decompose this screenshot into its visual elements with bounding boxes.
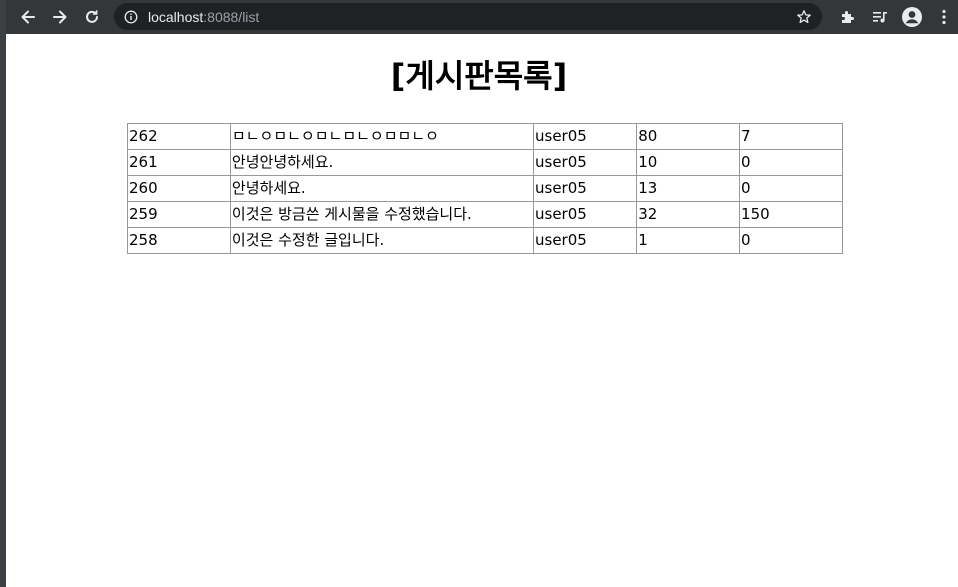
post-like-count: 150 xyxy=(739,201,843,228)
post-title[interactable]: 안녕안녕하세요. xyxy=(229,149,535,176)
post-number: 262 xyxy=(127,123,231,150)
post-like-count: 0 xyxy=(739,175,843,202)
post-hit-count: 10 xyxy=(636,149,741,176)
post-hit-count: 13 xyxy=(636,175,741,202)
forward-button[interactable] xyxy=(46,3,74,31)
page-title: [게시판목록] xyxy=(390,57,568,95)
toolbar-actions xyxy=(835,4,958,30)
bookmark-star-icon[interactable] xyxy=(796,9,812,25)
url-text: localhost:8088/list xyxy=(148,9,259,25)
address-bar[interactable]: localhost:8088/list xyxy=(114,3,822,30)
table-row[interactable]: 262 ㅁㄴㅇㅁㄴㅇㅁㄴㅁㄴㅇㅁㅁㄴㅇ user05 80 7 xyxy=(127,123,843,150)
board-table: 262 ㅁㄴㅇㅁㄴㅇㅁㄴㅁㄴㅇㅁㅁㄴㅇ user05 80 7 261 안녕안녕… xyxy=(127,123,843,254)
url-path: :8088/list xyxy=(203,8,260,25)
post-like-count: 0 xyxy=(739,149,843,176)
page-content: [게시판목록] 262 ㅁㄴㅇㅁㄴㅇㅁㄴㅁㄴㅇㅁㅁㄴㅇ user05 80 7 … xyxy=(6,34,958,587)
post-hit-count: 32 xyxy=(636,201,741,228)
profile-avatar-icon[interactable] xyxy=(899,4,925,30)
reload-button[interactable] xyxy=(78,3,106,31)
arrow-right-icon xyxy=(53,10,67,24)
post-hit-count: 80 xyxy=(636,123,741,150)
post-title[interactable]: 이것은 방금쓴 게시물을 수정했습니다. xyxy=(229,201,535,228)
media-queue-icon[interactable] xyxy=(867,4,893,30)
post-like-count: 7 xyxy=(739,123,843,150)
site-info-icon[interactable] xyxy=(124,10,138,24)
reload-icon xyxy=(86,10,98,23)
browser-toolbar: localhost:8088/list xyxy=(6,0,958,34)
table-row[interactable]: 260 안녕하세요. user05 13 0 xyxy=(127,175,843,202)
extensions-puzzle-icon[interactable] xyxy=(835,4,861,30)
post-writer: user05 xyxy=(532,175,638,202)
post-number: 259 xyxy=(127,201,231,228)
post-writer: user05 xyxy=(532,149,638,176)
table-row[interactable]: 258 이것은 수정한 글입니다. user05 1 0 xyxy=(127,227,843,254)
arrow-left-icon xyxy=(21,10,35,24)
post-like-count: 0 xyxy=(739,227,843,254)
back-button[interactable] xyxy=(14,3,42,31)
post-writer: user05 xyxy=(532,227,638,254)
post-number: 258 xyxy=(127,227,231,254)
post-hit-count: 1 xyxy=(636,227,741,254)
url-host: localhost xyxy=(148,8,204,25)
post-number: 260 xyxy=(127,175,231,202)
post-title[interactable]: ㅁㄴㅇㅁㄴㅇㅁㄴㅁㄴㅇㅁㅁㄴㅇ xyxy=(229,123,535,150)
post-number: 261 xyxy=(127,149,231,176)
post-title[interactable]: 안녕하세요. xyxy=(229,175,535,202)
table-row[interactable]: 261 안녕안녕하세요. user05 10 0 xyxy=(127,149,843,176)
post-writer: user05 xyxy=(532,201,638,228)
post-title[interactable]: 이것은 수정한 글입니다. xyxy=(229,227,535,254)
table-row[interactable]: 259 이것은 방금쓴 게시물을 수정했습니다. user05 32 150 xyxy=(127,201,843,228)
menu-kebab-icon[interactable] xyxy=(931,4,957,30)
post-writer: user05 xyxy=(532,123,638,150)
